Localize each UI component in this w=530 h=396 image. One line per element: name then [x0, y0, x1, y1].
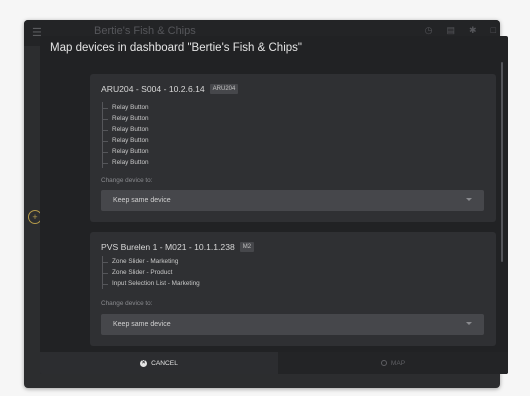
settings-icon[interactable]: ✱ [469, 25, 477, 36]
widget-item: Relay Button [103, 135, 149, 146]
widget-item: Input Selection List - Marketing [103, 278, 200, 289]
chevron-down-icon [466, 322, 472, 325]
device-select[interactable]: Keep same device [101, 314, 484, 335]
widget-item: Zone Slider - Marketing [103, 256, 200, 267]
cancel-label: CANCEL [151, 359, 178, 367]
device-select[interactable]: Keep same device [101, 190, 484, 211]
device-header: ARU204 - S004 - 10.2.6.14 ARU204 [101, 84, 239, 94]
widget-item: Relay Button [103, 146, 149, 157]
map-button[interactable]: MAP [278, 352, 508, 374]
device-select-value: Keep same device [113, 197, 171, 204]
map-devices-dialog: Map devices in dashboard "Bertie's Fish … [40, 36, 508, 374]
widget-item: Relay Button [103, 102, 149, 113]
device-card-aru204: ARU204 - S004 - 10.2.6.14 ARU204 Relay B… [90, 74, 496, 222]
dialog-footer: × CANCEL MAP [40, 352, 508, 374]
widget-item: Relay Button [103, 124, 149, 135]
map-label: MAP [390, 359, 406, 367]
dialog-body: ARU204 - S004 - 10.2.6.14 ARU204 Relay B… [40, 60, 508, 352]
chevron-down-icon [466, 198, 472, 201]
device-name: ARU204 - S004 - 10.2.6.14 [101, 84, 205, 94]
device-tag: ARU204 [209, 84, 239, 94]
save-icon[interactable]: □ [491, 25, 496, 36]
dialog-title: Map devices in dashboard "Bertie's Fish … [50, 42, 302, 54]
device-name: PVS Burelen 1 - M021 - 10.1.1.238 [101, 242, 235, 252]
device-tag: M2 [239, 242, 255, 252]
search-icon [380, 360, 387, 366]
widget-item: Relay Button [103, 157, 149, 168]
change-device-label: Change device to: [101, 300, 153, 307]
change-device-label: Change device to: [101, 177, 153, 184]
close-icon: × [140, 359, 148, 367]
widget-item: Relay Button [103, 113, 149, 124]
device-header: PVS Burelen 1 - M021 - 10.1.1.238 M2 [101, 242, 255, 252]
data-icon[interactable]: ▤ [447, 25, 456, 36]
widget-item: Zone Slider - Product [103, 267, 200, 278]
widget-tree: Zone Slider - Marketing Zone Slider - Pr… [102, 256, 200, 289]
cancel-button[interactable]: × CANCEL [40, 352, 278, 374]
topbar-actions: ◷ ▤ ✱ □ [425, 25, 496, 36]
widget-tree: Relay Button Relay Button Relay Button R… [102, 102, 149, 168]
device-card-pvs-burelen: PVS Burelen 1 - M021 - 10.1.1.238 M2 Zon… [90, 232, 496, 346]
device-select-value: Keep same device [113, 321, 171, 328]
history-icon[interactable]: ◷ [425, 25, 433, 36]
